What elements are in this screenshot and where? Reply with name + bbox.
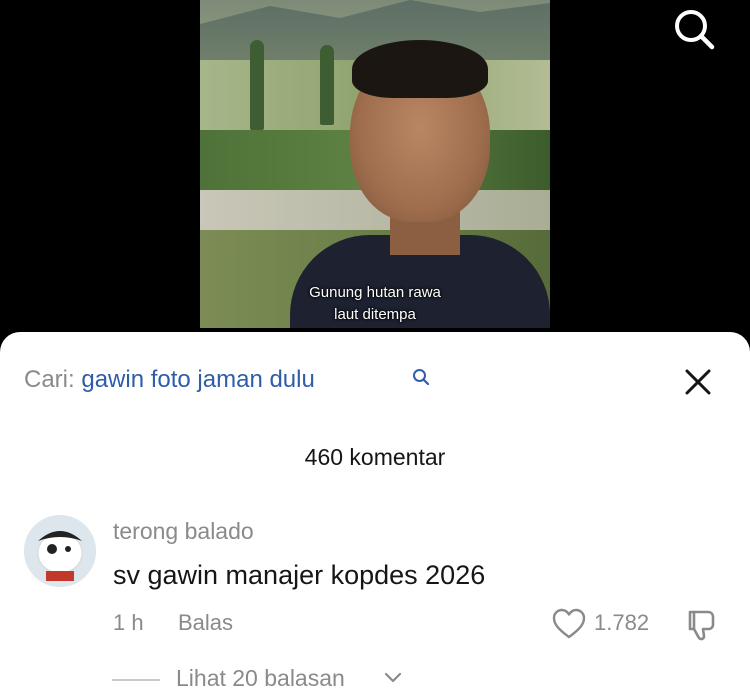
video-caption-line2: laut ditempa [334, 306, 416, 323]
video-tree [320, 45, 334, 125]
view-replies-button[interactable]: Lihat 20 balasan [176, 665, 345, 692]
video-frame[interactable]: Gunung hutan rawa laut ditempa [200, 0, 550, 328]
video-tree [250, 40, 264, 130]
search-suggestion[interactable]: Cari: gawin foto jaman dulu [24, 366, 315, 394]
comment-count: 460 komentar [304, 444, 446, 470]
comments-sheet: Cari: gawin foto jaman dulu 460 komentar… [0, 332, 750, 694]
video-person-hair [352, 40, 488, 98]
close-icon[interactable] [684, 368, 712, 396]
search-prefix: Cari: [24, 366, 75, 393]
replies-divider [112, 679, 160, 681]
comment-time: 1 h [113, 610, 144, 635]
search-icon[interactable] [412, 368, 430, 386]
like-count: 1.782 [594, 610, 650, 635]
comment-username[interactable]: terong balado [113, 518, 254, 545]
video-caption-line1: Gunung hutan rawa [309, 284, 441, 301]
thumbs-down-icon[interactable] [684, 608, 718, 642]
heart-icon[interactable] [552, 608, 586, 640]
comment-text: sv gawin manajer kopdes 2026 [113, 560, 486, 590]
search-query-link[interactable]: gawin foto jaman dulu [81, 366, 314, 393]
chevron-down-icon[interactable] [384, 671, 402, 685]
reply-button[interactable]: Balas [178, 610, 233, 636]
avatar[interactable] [24, 515, 96, 587]
search-icon[interactable] [672, 7, 716, 51]
